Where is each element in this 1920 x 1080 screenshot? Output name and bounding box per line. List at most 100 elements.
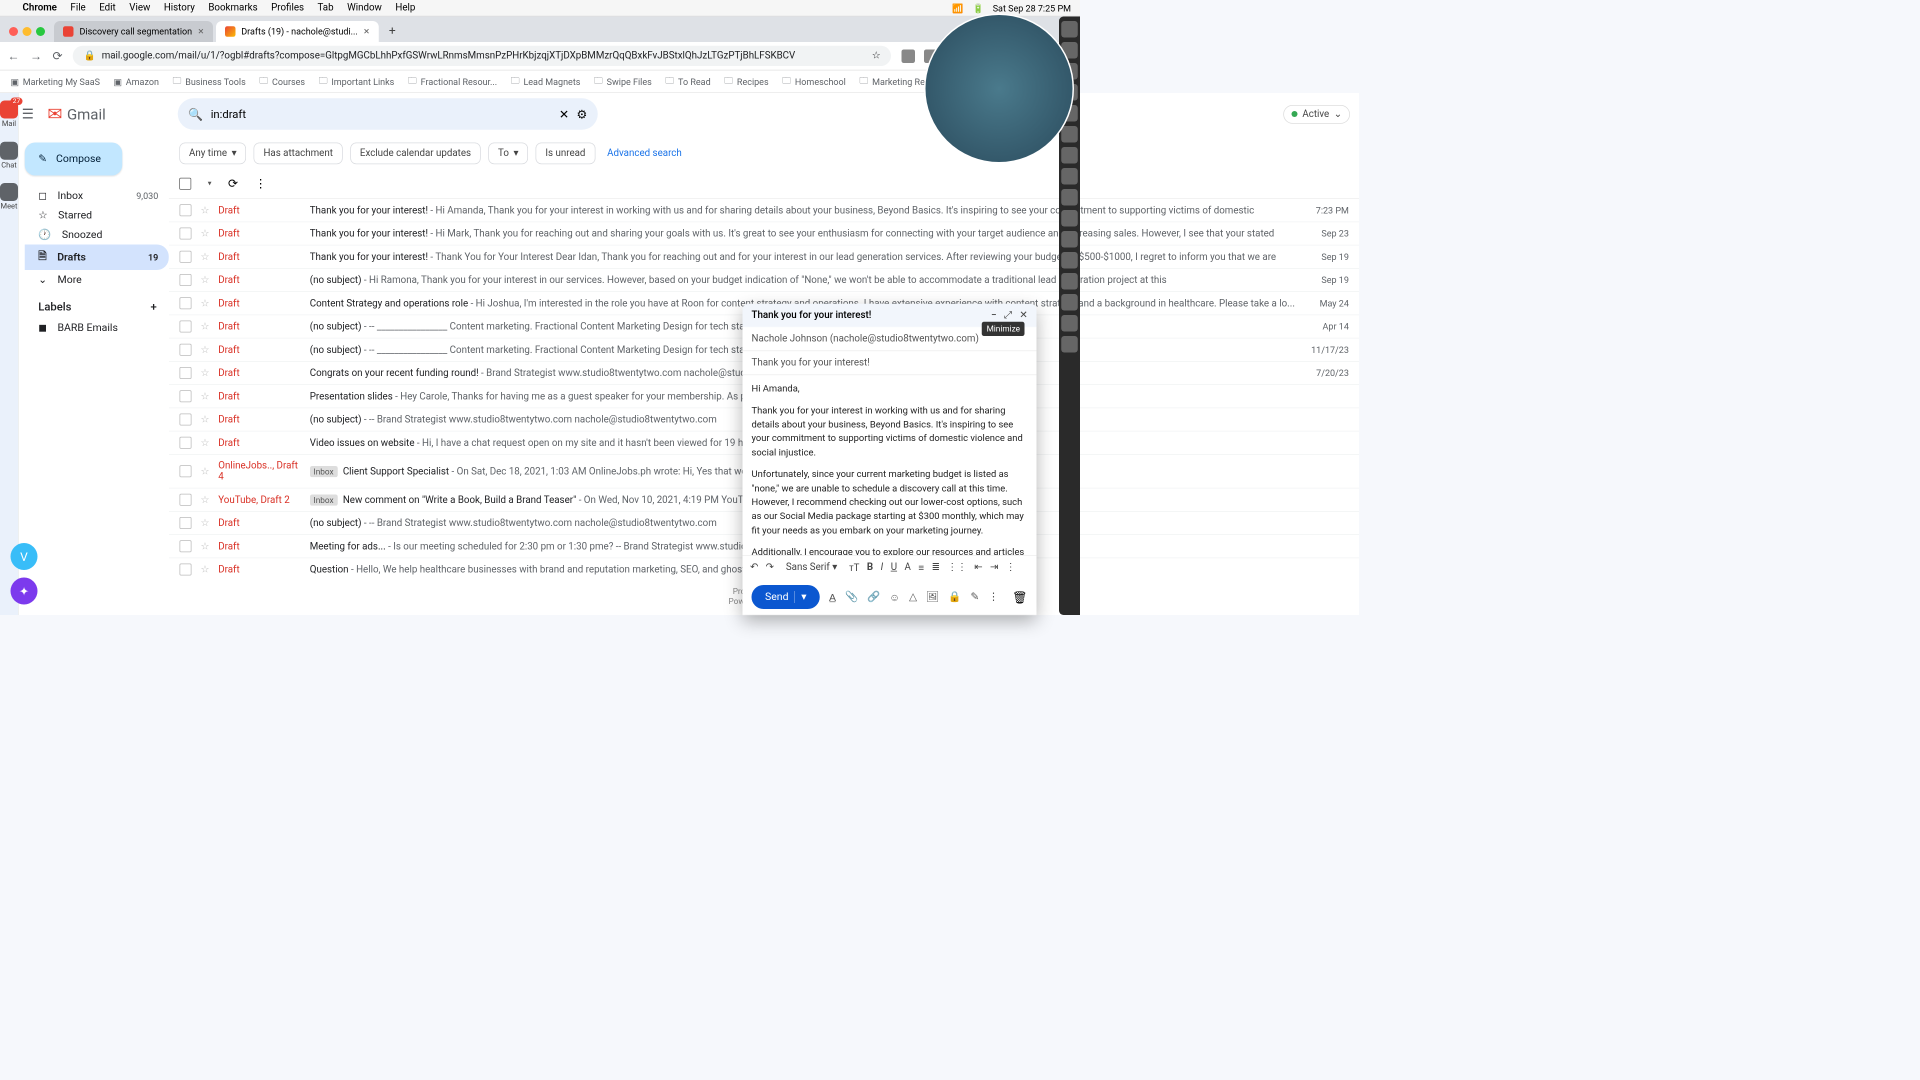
more-button[interactable]: ⋮ [255,176,267,190]
sidebar-item-drafts[interactable]: 🗎Drafts19 [25,245,169,271]
minimize-window-icon[interactable] [23,27,32,36]
compose-button[interactable]: ✎ Compose [25,143,123,176]
undo-icon[interactable]: ↶ [750,562,758,573]
bookmark-item[interactable]: ▣Marketing My SaaS [11,76,101,87]
drive-icon[interactable]: △ [909,591,917,604]
close-icon[interactable]: ✕ [1019,310,1027,321]
vimeo-floating-button[interactable]: V [11,543,38,570]
compose-subject-field[interactable]: Thank you for your interest! [743,351,1037,375]
numbered-list-icon[interactable]: ≣ [932,562,940,573]
row-checkbox[interactable] [179,465,191,477]
sidebar-item-inbox[interactable]: ◻Inbox9,030 [25,186,169,206]
lock-icon[interactable]: 🔒 [948,591,961,604]
row-checkbox[interactable] [179,413,191,425]
bookmark-item[interactable]: 🗀Homeschool [782,74,846,90]
back-button[interactable]: ← [8,48,20,63]
star-icon[interactable]: ☆ [200,437,209,448]
sidebar-item-more[interactable]: ⌄More [25,270,169,290]
menubar-icon[interactable]: 📶 [952,3,963,14]
indent-more-icon[interactable]: ⇥ [990,562,998,573]
hamburger-icon[interactable]: ☰ [22,106,34,122]
refresh-button[interactable]: ⟳ [228,176,238,190]
star-icon[interactable]: ☆ [200,274,209,285]
bulleted-list-icon[interactable]: ⋮⋮ [947,562,967,573]
star-icon[interactable]: ☆ [200,321,209,332]
dock-app-icon[interactable] [1061,252,1078,269]
bold-icon[interactable]: B [867,562,873,573]
menu-file[interactable]: File [70,2,85,13]
webcam-overlay[interactable] [924,14,1074,164]
dock-app-icon[interactable] [1061,315,1078,332]
bookmark-item[interactable]: 🗀Recipes [724,74,768,90]
fullscreen-icon[interactable]: ⤢ [1004,310,1012,321]
star-icon[interactable]: ☆ [200,564,209,575]
chevron-down-icon[interactable]: ▾ [208,179,212,187]
row-checkbox[interactable] [179,344,191,356]
app-name[interactable]: Chrome [23,2,57,13]
dock-app-icon[interactable] [1061,336,1078,353]
menu-help[interactable]: Help [395,2,415,13]
menubar-icon[interactable]: 🔋 [972,3,983,14]
pen-icon[interactable]: ✎ [970,591,979,604]
window-controls[interactable] [6,27,51,42]
filter-unread[interactable]: Is unread [536,143,596,165]
mail-row[interactable]: ☆DraftThank you for your interest! - Hi … [169,222,1359,245]
minimize-icon[interactable]: − [991,310,996,321]
dock-app-icon[interactable] [1061,189,1078,206]
close-tab-icon[interactable]: × [198,26,204,38]
star-icon[interactable]: ☆ [200,344,209,355]
reload-button[interactable]: ⟳ [53,49,63,63]
compose-body[interactable]: Hi Amanda, Thank you for your interest i… [743,375,1037,555]
bookmark-item[interactable]: 🗀Important Links [319,74,395,90]
row-checkbox[interactable] [179,227,191,239]
url-field[interactable]: 🔒 mail.google.com/mail/u/1/?ogbl#drafts?… [73,46,891,66]
more-icon[interactable]: ⋮ [988,591,999,604]
mail-row[interactable]: ☆Draft(no subject) - Hi Ramona, Thank yo… [169,269,1359,292]
clear-search-icon[interactable]: ✕ [559,107,569,121]
rail-mail[interactable]: 27 Mail [0,101,18,129]
search-bar[interactable]: 🔍 ✕ ⚙ [178,98,598,130]
sidebar-item-starred[interactable]: ☆Starred [25,206,169,226]
star-icon[interactable]: ☆ [200,367,209,378]
maximize-window-icon[interactable] [36,27,45,36]
row-checkbox[interactable] [179,320,191,332]
filter-anytime[interactable]: Any time▾ [179,143,246,165]
row-checkbox[interactable] [179,367,191,379]
row-checkbox[interactable] [179,251,191,263]
indent-less-icon[interactable]: ⇤ [974,562,982,573]
star-icon[interactable]: ☆ [200,228,209,239]
advanced-search-link[interactable]: Advanced search [607,148,682,159]
mail-row[interactable]: ☆DraftThank you for your interest! - Tha… [169,245,1359,268]
star-icon[interactable]: ☆ [872,50,881,61]
star-icon[interactable]: ☆ [200,494,209,505]
dock-app-icon[interactable] [1061,294,1078,311]
star-icon[interactable]: ☆ [200,204,209,215]
row-checkbox[interactable] [179,297,191,309]
row-checkbox[interactable] [179,274,191,286]
close-window-icon[interactable] [9,27,18,36]
bookmark-item[interactable]: 🗀To Read [665,74,710,90]
browser-tab[interactable]: Discovery call segmentation × [54,21,213,42]
new-tab-button[interactable]: + [381,19,403,42]
extension-icon[interactable] [902,49,916,63]
bookmark-item[interactable]: 🗀Lead Magnets [511,74,581,90]
dock-app-icon[interactable] [1061,168,1078,185]
row-checkbox[interactable] [179,494,191,506]
bookmark-item[interactable]: 🗀Fractional Resour... [408,74,497,90]
dock-app-icon[interactable] [1061,273,1078,290]
menu-bookmarks[interactable]: Bookmarks [208,2,257,13]
dock-app-icon[interactable] [1061,231,1078,248]
font-select[interactable]: Sans Serif ▾ [781,560,841,574]
star-icon[interactable]: ☆ [200,414,209,425]
star-icon[interactable]: ☆ [200,517,209,528]
bookmark-item[interactable]: 🗀Business Tools [172,74,245,90]
select-all-checkbox[interactable] [179,177,191,189]
close-tab-icon[interactable]: × [364,26,370,38]
menu-window[interactable]: Window [347,2,382,13]
menu-history[interactable]: History [164,2,195,13]
emoji-icon[interactable]: ☺ [889,591,900,604]
menu-tab[interactable]: Tab [318,2,334,13]
star-icon[interactable]: ☆ [200,251,209,262]
menu-view[interactable]: View [129,2,150,13]
filter-exclude-calendar[interactable]: Exclude calendar updates [350,143,481,165]
